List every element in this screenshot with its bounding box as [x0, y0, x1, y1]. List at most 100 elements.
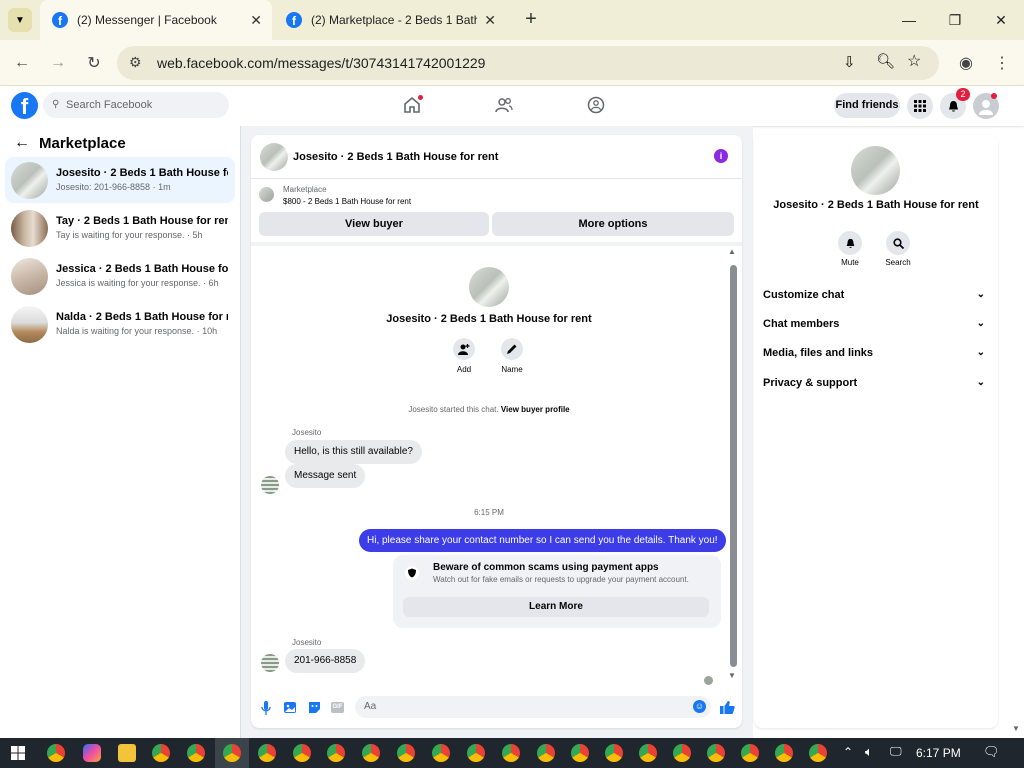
add-person-icon: [458, 344, 470, 355]
network-icon[interactable]: 🖵︎: [890, 744, 902, 759]
timestamp: 6:15 PM: [474, 508, 504, 517]
chat-scrollbar-up[interactable]: ▲: [728, 247, 736, 256]
chrome-taskbar-icon[interactable]: [47, 744, 65, 762]
photo-icon[interactable]: [284, 701, 297, 714]
chrome-taskbar-icon[interactable]: [639, 744, 657, 762]
customize-chat-section[interactable]: Customize chat ⌄: [763, 285, 989, 305]
notifications-center-icon[interactable]: 🗨︎: [983, 744, 1000, 760]
tab-messenger[interactable]: f (2) Messenger | Facebook ✕: [40, 0, 272, 40]
gif-icon[interactable]: GIF: [331, 702, 344, 713]
restore-button[interactable]: ❐: [940, 8, 970, 32]
chrome-taskbar-icon[interactable]: [502, 744, 520, 762]
chat-members-section[interactable]: Chat members ⌄: [763, 314, 989, 334]
chat-header-avatar[interactable]: [260, 143, 288, 171]
privacy-support-section[interactable]: Privacy & support ⌄: [763, 373, 989, 393]
listing-thumbnail: [11, 162, 48, 199]
friends-nav-icon[interactable]: [495, 96, 513, 114]
chat-header-title[interactable]: Josesito · 2 Beds 1 Bath House for rent: [293, 151, 498, 163]
seen-receipt-avatar: [704, 676, 713, 685]
browser-menu-icon[interactable]: ⋮: [989, 50, 1015, 76]
groups-nav-icon[interactable]: [587, 96, 605, 114]
tab-search-button[interactable]: ▼: [8, 8, 32, 32]
rename-button[interactable]: [501, 338, 523, 360]
conversation-item[interactable]: Josesito · 2 Beds 1 Bath House for ... J…: [5, 157, 235, 203]
incoming-message[interactable]: 201-966-8858: [285, 649, 366, 673]
view-buyer-button[interactable]: View buyer: [259, 212, 489, 236]
new-tab-button[interactable]: +: [520, 8, 542, 30]
chrome-taskbar-icon[interactable]: [223, 744, 241, 762]
mute-button[interactable]: [838, 231, 862, 255]
chevron-down-icon: ⌄: [976, 318, 985, 329]
close-window-button[interactable]: ✕: [986, 8, 1016, 32]
chrome-taskbar-icon[interactable]: [397, 744, 415, 762]
buyer-profile-avatar[interactable]: [469, 267, 509, 307]
install-app-icon[interactable]: ⇩: [843, 53, 856, 71]
emoji-icon[interactable]: ☺: [693, 700, 706, 713]
site-info-icon[interactable]: ⚙: [129, 54, 142, 71]
add-people-button[interactable]: [453, 338, 475, 360]
facebook-search-input[interactable]: ⚲ Search Facebook: [43, 92, 229, 118]
chrome-taskbar-icon[interactable]: [187, 744, 205, 762]
clock-time[interactable]: 6:17 PM: [916, 746, 961, 760]
bookmark-star-icon[interactable]: ☆: [907, 51, 921, 71]
microphone-icon[interactable]: [261, 701, 271, 715]
back-button[interactable]: ←: [9, 50, 35, 76]
outgoing-message[interactable]: Hi, please share your contact number so …: [359, 529, 726, 552]
chrome-taskbar-icon[interactable]: [152, 744, 170, 762]
chrome-taskbar-icon[interactable]: [809, 744, 827, 762]
sender-name: Josesito: [292, 638, 322, 647]
chrome-taskbar-icon[interactable]: [362, 744, 380, 762]
file-explorer-taskbar-icon[interactable]: [118, 744, 136, 762]
back-arrow-icon[interactable]: ←: [14, 134, 30, 152]
search-in-chat-button[interactable]: [886, 231, 910, 255]
search-placeholder: Search Facebook: [66, 99, 153, 111]
chrome-taskbar-icon[interactable]: [293, 744, 311, 762]
thumbs-up-icon[interactable]: [720, 700, 735, 715]
forward-button[interactable]: →: [45, 50, 71, 76]
learn-more-button[interactable]: Learn More: [403, 597, 709, 617]
chrome-taskbar-icon[interactable]: [537, 744, 555, 762]
chrome-taskbar-icon[interactable]: [432, 744, 450, 762]
chrome-taskbar-icon[interactable]: [775, 744, 793, 762]
chrome-taskbar-icon[interactable]: [467, 744, 485, 762]
chrome-taskbar-icon[interactable]: [327, 744, 345, 762]
conversation-item[interactable]: Tay · 2 Beds 1 Bath House for rent Tay i…: [5, 205, 235, 251]
profile-icon[interactable]: ◉: [953, 50, 979, 76]
menu-grid-button[interactable]: [907, 93, 933, 119]
more-options-button[interactable]: More options: [492, 212, 734, 236]
reload-button[interactable]: ↻: [81, 50, 107, 76]
close-tab-icon[interactable]: ✕: [250, 12, 262, 29]
message-input[interactable]: Aa ☺: [355, 696, 711, 718]
sticker-icon[interactable]: [308, 701, 321, 714]
chrome-taskbar-icon[interactable]: [571, 744, 589, 762]
find-friends-button[interactable]: Find friends: [834, 93, 900, 118]
info-profile-avatar[interactable]: [851, 146, 900, 195]
chrome-taskbar-icon[interactable]: [605, 744, 623, 762]
zoom-icon[interactable]: 🔍︎: [876, 52, 895, 70]
view-buyer-profile-link[interactable]: View buyer profile: [501, 405, 570, 414]
copilot-taskbar-icon[interactable]: [83, 744, 101, 762]
chrome-taskbar-icon[interactable]: [707, 744, 725, 762]
facebook-logo-icon[interactable]: f: [11, 92, 38, 119]
address-bar[interactable]: ⚙ web.facebook.com/messages/t/3074314174…: [117, 46, 939, 80]
conversation-item[interactable]: Jessica · 2 Beds 1 Bath House for r... J…: [5, 253, 235, 299]
chat-scrollbar-thumb[interactable]: [730, 265, 737, 667]
close-tab-icon[interactable]: ✕: [484, 12, 496, 29]
pencil-icon: [507, 344, 517, 354]
page-scroll-down[interactable]: ▼: [1012, 724, 1020, 733]
volume-icon[interactable]: 🔈︎: [865, 744, 873, 760]
windows-start-icon[interactable]: [11, 746, 25, 760]
media-files-links-section[interactable]: Media, files and links ⌄: [763, 343, 989, 363]
conversation-item[interactable]: Nalda · 2 Beds 1 Bath House for rent Nal…: [5, 301, 235, 347]
chrome-taskbar-icon[interactable]: [741, 744, 759, 762]
chat-scrollbar-down[interactable]: ▼: [728, 671, 736, 680]
sender-avatar: [261, 654, 279, 672]
incoming-message[interactable]: Hello, is this still available?: [285, 440, 422, 464]
minimize-button[interactable]: —: [894, 8, 924, 32]
tab-marketplace[interactable]: f (2) Marketplace - 2 Beds 1 Bath ✕: [274, 0, 506, 40]
chrome-taskbar-icon[interactable]: [673, 744, 691, 762]
info-icon[interactable]: i: [714, 149, 728, 163]
system-tray-chevron-icon[interactable]: ⌃: [843, 745, 853, 759]
incoming-message[interactable]: Message sent: [285, 464, 366, 488]
chrome-taskbar-icon[interactable]: [258, 744, 276, 762]
